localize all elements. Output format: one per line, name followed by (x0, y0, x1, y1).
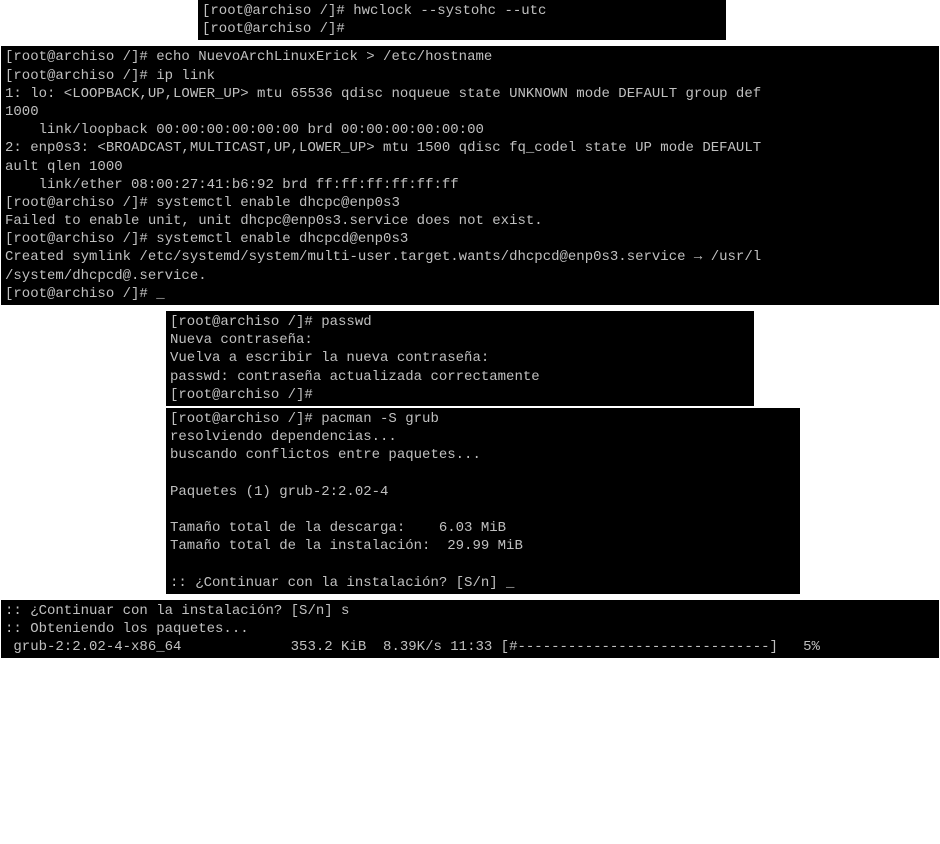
term-line: link/ether 08:00:27:41:b6:92 brd ff:ff:f… (5, 177, 459, 193)
term-line: /system/dhcpcd@.service. (5, 268, 207, 284)
term-line: [root@archiso /]# _ (5, 286, 165, 302)
term-line: :: Obteniendo los paquetes... (5, 621, 249, 637)
term-line: [root@archiso /]# passwd (170, 314, 372, 330)
term-line: [root@archiso /]# (202, 21, 345, 37)
term-line: Tamaño total de la instalación: 29.99 Mi… (170, 538, 523, 554)
terminal-block-network: [root@archiso /]# echo NuevoArchLinuxEri… (1, 46, 939, 305)
term-line: grub-2:2.02-4-x86_64 353.2 KiB 8.39K/s 1… (5, 639, 820, 655)
term-line: Nueva contraseña: (170, 332, 313, 348)
terminal-block-passwd: [root@archiso /]# passwd Nueva contraseñ… (166, 311, 754, 406)
term-line: resolviendo dependencias... (170, 429, 397, 445)
terminal-block-hwclock: [root@archiso /]# hwclock --systohc --ut… (198, 0, 726, 40)
term-line: [root@archiso /]# ip link (5, 68, 215, 84)
term-line: buscando conflictos entre paquetes... (170, 447, 481, 463)
term-line: [root@archiso /]# pacman -S grub (170, 411, 439, 427)
term-line: Created symlink /etc/systemd/system/mult… (5, 249, 761, 265)
term-line: 1: lo: <LOOPBACK,UP,LOWER_UP> mtu 65536 … (5, 86, 761, 102)
term-line: [root@archiso /]# systemctl enable dhcpc… (5, 231, 408, 247)
terminal-block-pacman-grub: [root@archiso /]# pacman -S grub resolvi… (166, 408, 800, 594)
term-line: Paquetes (1) grub-2:2.02-4 (170, 484, 388, 500)
term-line: link/loopback 00:00:00:00:00:00 brd 00:0… (5, 122, 484, 138)
terminal-block-download: :: ¿Continuar con la instalación? [S/n] … (1, 600, 939, 659)
term-line: 1000 (5, 104, 39, 120)
term-line: :: ¿Continuar con la instalación? [S/n] … (5, 603, 349, 619)
term-line: Vuelva a escribir la nueva contraseña: (170, 350, 489, 366)
term-line: ault qlen 1000 (5, 159, 123, 175)
term-line: passwd: contraseña actualizada correctam… (170, 369, 540, 385)
term-line: [root@archiso /]# (170, 387, 313, 403)
term-line: [root@archiso /]# echo NuevoArchLinuxEri… (5, 49, 492, 65)
term-line: Tamaño total de la descarga: 6.03 MiB (170, 520, 506, 536)
term-line: [root@archiso /]# systemctl enable dhcpc… (5, 195, 400, 211)
term-line: [root@archiso /]# hwclock --systohc --ut… (202, 3, 546, 19)
term-line: :: ¿Continuar con la instalación? [S/n] … (170, 575, 514, 591)
term-line: 2: enp0s3: <BROADCAST,MULTICAST,UP,LOWER… (5, 140, 761, 156)
term-line: Failed to enable unit, unit dhcpc@enp0s3… (5, 213, 543, 229)
